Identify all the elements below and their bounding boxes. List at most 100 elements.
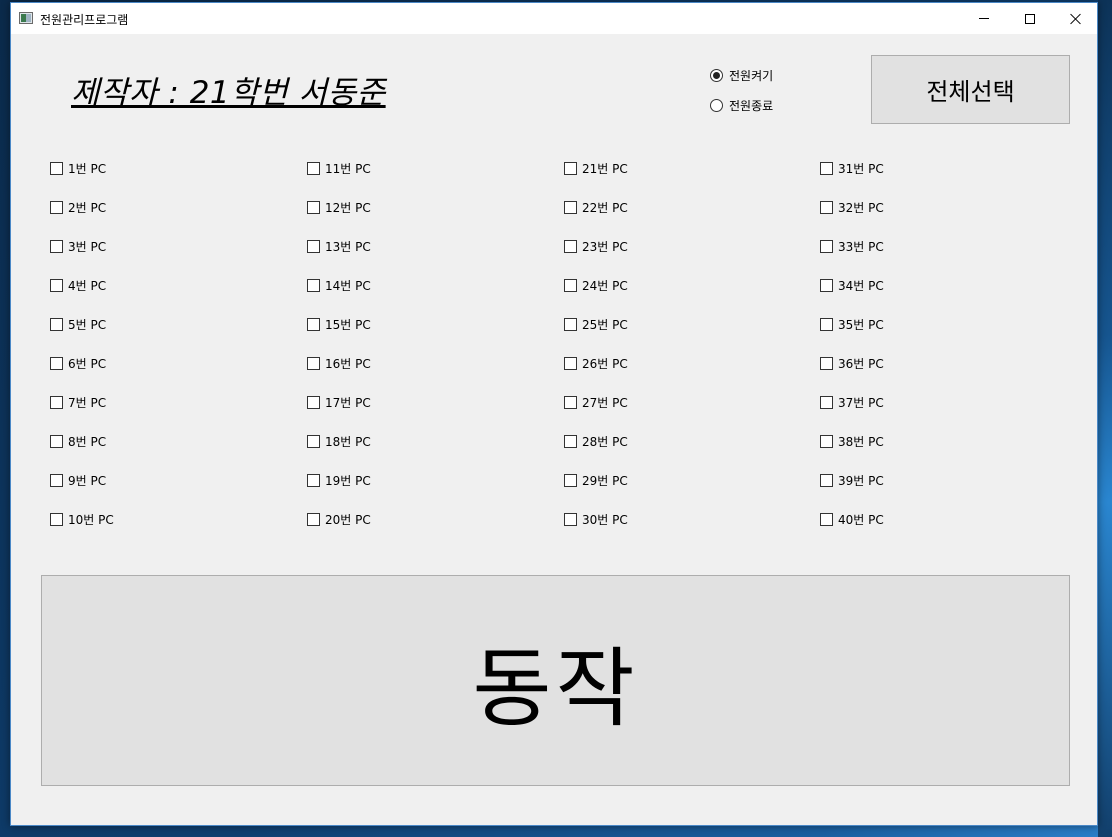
pc-checkbox[interactable]: 28번 PC [564, 433, 628, 449]
select-all-button[interactable]: 전체선택 [871, 55, 1070, 124]
pc-checkbox[interactable]: 36번 PC [820, 355, 884, 371]
checkbox-label: 18번 PC [325, 434, 371, 449]
checkbox-box[interactable] [564, 395, 577, 409]
action-button[interactable]: 동작 [41, 575, 1070, 786]
pc-checkbox[interactable]: 8번 PC [50, 433, 106, 449]
minimize-button[interactable] [961, 3, 1007, 34]
checkbox-box[interactable] [820, 356, 833, 370]
checkbox-label: 36번 PC [838, 356, 884, 371]
checkbox-box[interactable] [307, 473, 320, 487]
checkbox-box[interactable] [307, 278, 320, 292]
pc-checkbox[interactable]: 29번 PC [564, 472, 628, 488]
pc-checkbox[interactable]: 21번 PC [564, 160, 628, 176]
title-bar[interactable]: 전원관리프로그램 [11, 3, 1097, 34]
checkbox-box[interactable] [50, 161, 63, 175]
checkbox-box[interactable] [564, 239, 577, 253]
checkbox-label: 9번 PC [68, 473, 107, 488]
checkbox-box[interactable] [564, 161, 577, 175]
checkbox-box[interactable] [820, 317, 833, 331]
close-button[interactable] [1053, 3, 1099, 34]
pc-checkbox[interactable]: 17번 PC [307, 394, 371, 410]
checkbox-box[interactable] [307, 161, 320, 175]
pc-checkbox[interactable]: 6번 PC [50, 355, 106, 371]
checkbox-label: 33번 PC [838, 239, 884, 254]
radio-power-off[interactable]: 전원종료 [710, 97, 773, 114]
checkbox-box[interactable] [50, 434, 63, 448]
checkbox-box[interactable] [50, 200, 63, 214]
pc-checkbox[interactable]: 2번 PC [50, 199, 106, 215]
pc-checkbox[interactable]: 30번 PC [564, 511, 628, 527]
pc-checkbox[interactable]: 5번 PC [50, 316, 106, 332]
checkbox-box[interactable] [307, 512, 320, 526]
checkbox-label: 26번 PC [582, 356, 628, 371]
checkbox-box[interactable] [307, 434, 320, 448]
checkbox-box[interactable] [307, 356, 320, 370]
checkbox-box[interactable] [820, 239, 833, 253]
checkbox-box[interactable] [564, 434, 577, 448]
checkbox-box[interactable] [820, 200, 833, 214]
pc-checkbox[interactable]: 33번 PC [820, 238, 884, 254]
pc-checkbox[interactable]: 10번 PC [50, 511, 114, 527]
checkbox-box[interactable] [820, 473, 833, 487]
desktop-background [1098, 0, 1112, 837]
checkbox-box[interactable] [50, 473, 63, 487]
checkbox-box[interactable] [820, 434, 833, 448]
pc-checkbox[interactable]: 3번 PC [50, 238, 106, 254]
checkbox-box[interactable] [564, 278, 577, 292]
pc-checkbox[interactable]: 12번 PC [307, 199, 371, 215]
checkbox-box[interactable] [50, 239, 63, 253]
checkbox-box[interactable] [307, 239, 320, 253]
checkbox-box[interactable] [50, 278, 63, 292]
pc-checkbox[interactable]: 24번 PC [564, 277, 628, 293]
checkbox-box[interactable] [564, 512, 577, 526]
checkbox-label: 40번 PC [838, 512, 884, 527]
pc-checkbox[interactable]: 16번 PC [307, 355, 371, 371]
checkbox-box[interactable] [564, 317, 577, 331]
pc-checkbox[interactable]: 31번 PC [820, 160, 884, 176]
checkbox-box[interactable] [820, 278, 833, 292]
checkbox-box[interactable] [564, 473, 577, 487]
pc-checkbox[interactable]: 25번 PC [564, 316, 628, 332]
checkbox-box[interactable] [564, 356, 577, 370]
checkbox-box[interactable] [50, 317, 63, 331]
pc-checkbox[interactable]: 34번 PC [820, 277, 884, 293]
pc-checkbox[interactable]: 11번 PC [307, 160, 371, 176]
pc-checkbox[interactable]: 14번 PC [307, 277, 371, 293]
checkbox-box[interactable] [50, 395, 63, 409]
maximize-button[interactable] [1007, 3, 1053, 34]
pc-checkbox[interactable]: 37번 PC [820, 394, 884, 410]
radio-indicator[interactable] [710, 69, 723, 82]
pc-checkbox[interactable]: 26번 PC [564, 355, 628, 371]
pc-checkbox[interactable]: 7번 PC [50, 394, 106, 410]
checkbox-label: 13번 PC [325, 239, 371, 254]
checkbox-box[interactable] [820, 161, 833, 175]
pc-checkbox[interactable]: 22번 PC [564, 199, 628, 215]
checkbox-box[interactable] [50, 356, 63, 370]
pc-checkbox[interactable]: 19번 PC [307, 472, 371, 488]
checkbox-box[interactable] [564, 200, 577, 214]
pc-checkbox[interactable]: 9번 PC [50, 472, 106, 488]
checkbox-label: 4번 PC [68, 278, 107, 293]
pc-checkbox[interactable]: 27번 PC [564, 394, 628, 410]
pc-checkbox[interactable]: 1번 PC [50, 160, 106, 176]
radio-power-on[interactable]: 전원켜기 [710, 67, 773, 84]
pc-checkbox[interactable]: 15번 PC [307, 316, 371, 332]
checkbox-box[interactable] [307, 317, 320, 331]
checkbox-box[interactable] [307, 200, 320, 214]
pc-checkbox[interactable]: 20번 PC [307, 511, 371, 527]
pc-checkbox[interactable]: 39번 PC [820, 472, 884, 488]
checkbox-box[interactable] [820, 512, 833, 526]
pc-checkbox[interactable]: 40번 PC [820, 511, 884, 527]
radio-indicator[interactable] [710, 99, 723, 112]
pc-checkbox[interactable]: 18번 PC [307, 433, 371, 449]
pc-checkbox[interactable]: 13번 PC [307, 238, 371, 254]
pc-checkbox[interactable]: 32번 PC [820, 199, 884, 215]
checkbox-box[interactable] [820, 395, 833, 409]
checkbox-box[interactable] [307, 395, 320, 409]
app-window: 전원관리프로그램 제작자 : 21학번 서동준 전원켜기 전원종료 전체선택 1… [10, 2, 1098, 826]
checkbox-box[interactable] [50, 512, 63, 526]
pc-checkbox[interactable]: 23번 PC [564, 238, 628, 254]
pc-checkbox[interactable]: 4번 PC [50, 277, 106, 293]
pc-checkbox[interactable]: 35번 PC [820, 316, 884, 332]
pc-checkbox[interactable]: 38번 PC [820, 433, 884, 449]
